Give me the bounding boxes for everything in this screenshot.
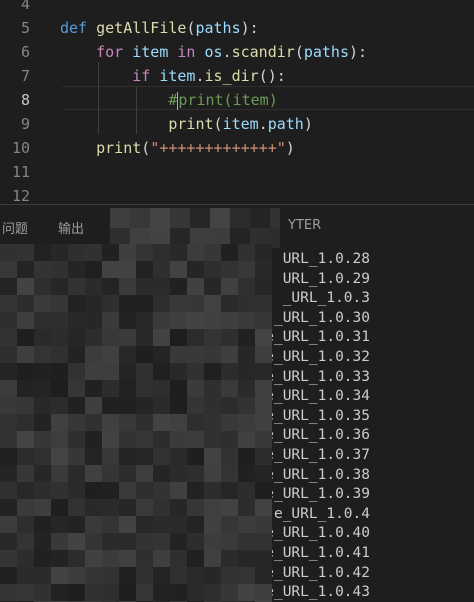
- code-token: path: [267, 115, 304, 133]
- line-number: 10: [11, 139, 30, 157]
- terminal-line: e_URL_1.0.35: [265, 407, 370, 424]
- code-token: for: [96, 43, 124, 61]
- code-token: os: [204, 43, 223, 61]
- code-token: (: [141, 139, 151, 157]
- code-token: .: [222, 43, 232, 61]
- code-text: print(item.path): [60, 112, 313, 136]
- code-token: .: [195, 67, 205, 85]
- code-token: ():: [258, 67, 286, 85]
- code-text: def getAllFile(paths):: [60, 16, 259, 40]
- code-token: (: [213, 115, 223, 133]
- terminal-line: e_URL_1.0.40: [265, 525, 370, 542]
- line-number: 4: [20, 0, 30, 13]
- code-text: for item in os.scandir(paths):: [60, 40, 367, 64]
- terminal-line: e_URL_1.0.4: [273, 505, 370, 522]
- code-line[interactable]: 8 #print(item): [0, 88, 474, 112]
- code-text: print("+++++++++++++"): [60, 136, 295, 160]
- code-token: ): [303, 115, 313, 133]
- tab-problems[interactable]: 问题: [2, 218, 28, 237]
- bottom-panel: 问题 输出 端 YTER URL_1.0.28 URL_1.0.29 _URL_1.…: [0, 204, 474, 602]
- terminal-line: e_URL_1.0.38: [265, 466, 370, 483]
- code-token: paths: [303, 43, 349, 61]
- terminal-line: e_URL_1.0.41: [265, 545, 370, 561]
- terminal-line: URL_1.0.28: [282, 251, 370, 267]
- code-token: print: [168, 115, 214, 133]
- code-token: ):: [240, 19, 259, 37]
- tab-terminal[interactable]: 端: [226, 218, 239, 237]
- code-token: is_dir: [204, 67, 259, 85]
- terminal-line: _URL_1.0.3: [282, 290, 370, 307]
- code-token: (: [294, 43, 304, 61]
- terminal-line: e_URL_1.0.39: [265, 486, 370, 503]
- tab-jupyter[interactable]: YTER: [288, 218, 321, 233]
- terminal-line: e_URL_1.0.42: [265, 564, 370, 581]
- terminal-line: e_URL_1.0.32: [265, 349, 370, 365]
- code-line[interactable]: 4: [0, 0, 474, 16]
- terminal-line: e_URL_1.0.36: [265, 427, 370, 444]
- terminal-line: URL_1.0.29: [282, 270, 370, 287]
- code-line[interactable]: 6 for item in os.scandir(paths):: [0, 40, 474, 64]
- line-number: 9: [20, 115, 30, 133]
- line-number: 8: [20, 91, 30, 109]
- code-text: if item.is_dir():: [60, 64, 286, 88]
- code-line[interactable]: 10 print("+++++++++++++"): [0, 136, 474, 160]
- code-token: if: [132, 67, 151, 85]
- line-number: 6: [20, 43, 30, 61]
- code-token: print: [96, 139, 142, 157]
- line-number: 5: [20, 19, 30, 37]
- code-token: in: [177, 43, 196, 61]
- tab-output[interactable]: 输出: [58, 218, 84, 237]
- code-line[interactable]: 9 print(item.path): [0, 112, 474, 136]
- terminal-line: e_URL_1.0.31: [265, 329, 370, 346]
- code-token: #: [168, 91, 178, 109]
- code-token: scandir: [231, 43, 295, 61]
- panel-tab-bar: 问题 输出 端 YTER: [0, 205, 474, 245]
- code-token: paths: [195, 19, 241, 37]
- terminal-line: _URL_1.0.30: [273, 309, 370, 326]
- code-line[interactable]: 11: [0, 160, 474, 184]
- code-token: item: [132, 43, 169, 61]
- code-token: ): [285, 139, 295, 157]
- code-text: #print(item): [60, 88, 278, 112]
- terminal-line: e_URL_1.0.33: [265, 368, 370, 385]
- code-line[interactable]: 7 if item.is_dir():: [0, 64, 474, 88]
- line-number: 12: [11, 187, 30, 204]
- code-token: getAllFile: [96, 19, 187, 37]
- code-token: item: [222, 115, 259, 133]
- code-line[interactable]: 5 def getAllFile(paths):: [0, 16, 474, 40]
- code-token: ):: [349, 43, 368, 61]
- code-token: "+++++++++++++": [150, 139, 286, 157]
- code-token: def: [60, 19, 88, 37]
- terminal-line: e_URL_1.0.34: [265, 388, 370, 405]
- line-number: 7: [20, 67, 30, 85]
- terminal-output[interactable]: URL_1.0.28 URL_1.0.29 _URL_1.0.3 _URL_1.0.3…: [0, 249, 474, 602]
- line-number: 11: [11, 163, 30, 181]
- terminal-line: e_URL_1.0.37: [265, 447, 370, 463]
- code-token: item: [159, 67, 196, 85]
- code-line[interactable]: 12: [0, 184, 474, 204]
- terminal-line: ye_URL_1.0.43: [256, 584, 371, 601]
- active-tab-indicator: [226, 238, 240, 239]
- code-editor[interactable]: 4 5 def getAllFile(paths): 6 for item in os…: [0, 0, 474, 204]
- code-token: .: [258, 115, 268, 133]
- code-token: print(item): [178, 91, 278, 109]
